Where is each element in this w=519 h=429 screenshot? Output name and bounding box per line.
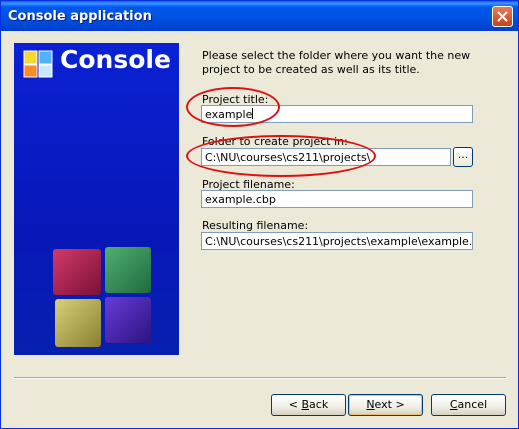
back-button-rest: ack: [309, 398, 329, 411]
text-cursor: [252, 108, 254, 119]
window-title: Console application: [8, 9, 152, 24]
next-button[interactable]: Next >: [348, 394, 423, 416]
project-title-input[interactable]: example: [201, 105, 473, 123]
cancel-button-mnemonic: C: [449, 398, 458, 411]
intro-text: Please select the folder where you want …: [202, 49, 471, 76]
cancel-button[interactable]: Cancel: [431, 394, 506, 416]
close-button[interactable]: [492, 6, 513, 27]
title-bar[interactable]: Console application: [1, 1, 518, 31]
next-button-mnemonic: N: [366, 398, 375, 411]
resulting-filename-label: Resulting filename:: [202, 219, 309, 232]
close-icon: [497, 11, 508, 22]
resulting-filename-field: C:\NU\courses\cs211\projects\example\exa…: [201, 232, 473, 250]
wizard-banner: Console: [14, 43, 179, 355]
browse-folder-button[interactable]: ...: [453, 147, 473, 167]
back-button-prefix: <: [288, 398, 302, 411]
cubes-illustration: [53, 247, 151, 347]
project-title-value: example: [205, 108, 253, 121]
back-button-mnemonic: B: [301, 398, 310, 411]
project-filename-input[interactable]: example.cbp: [201, 190, 473, 208]
codeblocks-logo-icon: [23, 50, 53, 78]
divider: [14, 377, 506, 379]
cancel-button-rest: ancel: [457, 398, 488, 411]
next-button-rest: ext >: [374, 398, 405, 411]
folder-label: Folder to create project in:: [202, 135, 348, 148]
back-button[interactable]: < Back: [271, 394, 346, 416]
console-application-dialog: Console application Console Please selec…: [0, 0, 519, 429]
banner-logo-text: Console: [60, 45, 171, 74]
folder-input[interactable]: C:\NU\courses\cs211\projects\: [201, 148, 451, 166]
